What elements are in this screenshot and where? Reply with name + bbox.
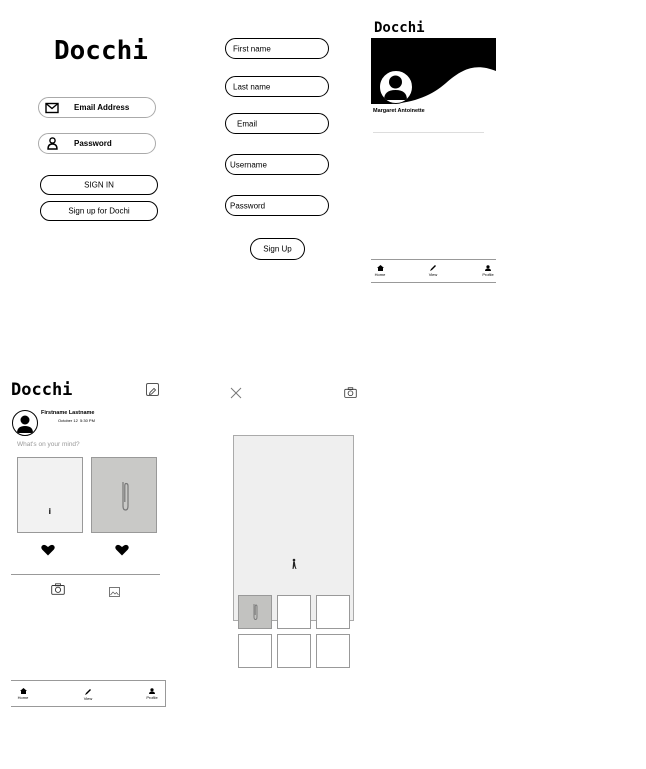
- nav-view[interactable]: View: [427, 265, 439, 277]
- signin-label: SIGN IN: [84, 180, 114, 190]
- thumbnail-empty[interactable]: [316, 595, 350, 629]
- post-timestamp: October 12 5:30 PM: [58, 418, 95, 423]
- nav-home[interactable]: Home: [16, 688, 30, 700]
- feed-photo-1[interactable]: [17, 457, 83, 533]
- nav-view-label: View: [428, 272, 438, 277]
- password-field-signup[interactable]: Password: [225, 195, 329, 216]
- nav-home-label: Home: [374, 272, 386, 277]
- person-icon: [47, 137, 58, 155]
- avatar-silhouette-icon: [17, 415, 33, 433]
- password-label: Password: [74, 139, 112, 148]
- close-icon[interactable]: [230, 386, 242, 404]
- last-name-field[interactable]: Last name: [225, 76, 329, 97]
- last-name-placeholder: Last name: [233, 82, 271, 91]
- feed-logo: Docchi: [11, 380, 73, 400]
- thumbnail-empty[interactable]: [277, 595, 311, 629]
- nav-profile[interactable]: Profile: [145, 688, 159, 700]
- password-field[interactable]: Password: [38, 133, 156, 154]
- first-name-field[interactable]: First name: [225, 38, 329, 59]
- edit-icon[interactable]: [146, 383, 159, 396]
- feed-bottom-nav: Home View Profile: [11, 680, 166, 707]
- nav-view-label: View: [83, 696, 93, 701]
- home-icon: [19, 688, 27, 694]
- heart-icon[interactable]: [115, 543, 129, 561]
- profile-divider: [373, 132, 484, 133]
- nav-profile-label: Profile: [146, 695, 158, 700]
- signin-button[interactable]: SIGN IN: [40, 175, 158, 195]
- heart-icon[interactable]: [41, 543, 55, 561]
- selected-photo-preview: [233, 435, 354, 621]
- pencil-icon: [430, 265, 436, 271]
- nav-profile-label: Profile: [482, 272, 494, 277]
- profile-logo: Docchi: [374, 20, 425, 36]
- post-author-name: Firstname Lastname: [41, 410, 95, 416]
- username-placeholder: Username: [230, 160, 267, 169]
- image-icon[interactable]: [109, 584, 120, 602]
- nav-home-label: Home: [17, 695, 29, 700]
- nav-view[interactable]: View: [81, 689, 95, 701]
- signup-link-button[interactable]: Sign up for Dochi: [40, 201, 158, 221]
- author-avatar[interactable]: [12, 410, 38, 436]
- email-field[interactable]: Email Address: [38, 97, 156, 118]
- signup-link-label: Sign up for Dochi: [68, 206, 130, 216]
- username-field[interactable]: Username: [225, 154, 329, 175]
- pencil-icon: [85, 689, 91, 695]
- nav-profile[interactable]: Profile: [482, 265, 494, 277]
- avatar-silhouette-icon: [384, 75, 407, 100]
- walking-person-image: [48, 508, 51, 514]
- post-composer-input[interactable]: What's on your mind?: [17, 441, 80, 448]
- password-placeholder: Password: [230, 201, 266, 210]
- feed-photo-2[interactable]: [91, 457, 157, 533]
- walking-person-image: [292, 558, 297, 569]
- profile-avatar[interactable]: [379, 70, 413, 104]
- profile-user-name: Margaret Antoinette: [373, 108, 425, 114]
- home-icon: [376, 265, 384, 271]
- thumbnail-paperclip[interactable]: [238, 595, 272, 629]
- signup-submit-label: Sign Up: [263, 244, 292, 254]
- signup-submit-button[interactable]: Sign Up: [250, 238, 305, 260]
- profile-icon: [149, 688, 155, 694]
- first-name-placeholder: First name: [233, 44, 271, 53]
- profile-bottom-nav: Home View Profile: [371, 259, 496, 283]
- profile-icon: [485, 265, 491, 271]
- email-placeholder: Email: [237, 119, 258, 128]
- paperclip-image: [253, 604, 258, 620]
- nav-home[interactable]: Home: [374, 265, 386, 277]
- thumbnail-empty[interactable]: [316, 634, 350, 668]
- feed-divider: [11, 574, 160, 575]
- thumbnail-empty[interactable]: [277, 634, 311, 668]
- email-label: Email Address: [74, 103, 130, 112]
- email-icon: [45, 101, 59, 119]
- camera-icon[interactable]: [51, 582, 65, 600]
- thumbnail-empty[interactable]: [238, 634, 272, 668]
- login-logo: Docchi: [54, 36, 148, 66]
- email-field-signup[interactable]: Email: [225, 113, 329, 134]
- camera-icon[interactable]: [344, 385, 357, 403]
- paperclip-image: [122, 482, 129, 511]
